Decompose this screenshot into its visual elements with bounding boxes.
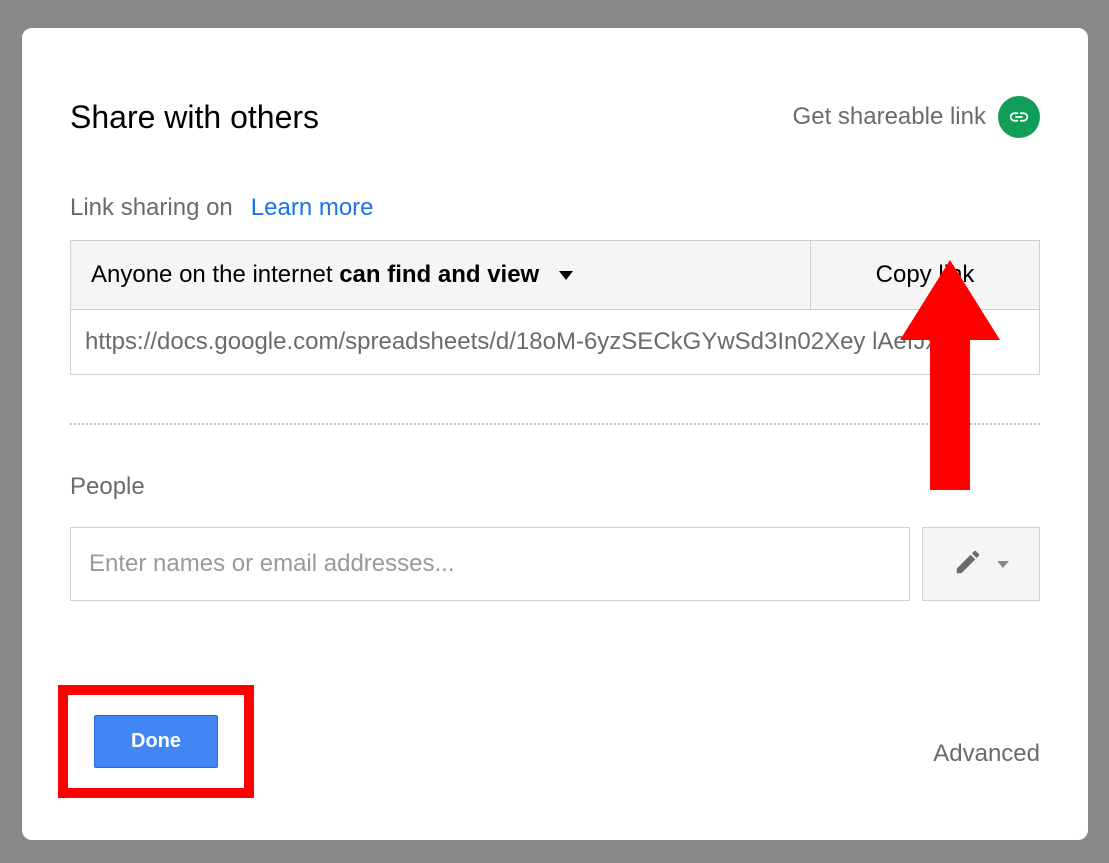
pencil-icon bbox=[953, 547, 983, 582]
get-shareable-link-label: Get shareable link bbox=[793, 103, 986, 131]
chevron-down-icon bbox=[559, 271, 573, 280]
get-shareable-link-button[interactable]: Get shareable link bbox=[793, 96, 1040, 138]
people-input-row bbox=[70, 527, 1040, 601]
done-button[interactable]: Done bbox=[94, 715, 218, 768]
chevron-down-icon bbox=[997, 561, 1009, 568]
copy-link-button[interactable]: Copy link bbox=[811, 241, 1039, 309]
learn-more-link[interactable]: Learn more bbox=[251, 194, 374, 222]
annotation-highlight-box: Done bbox=[58, 685, 254, 798]
copy-link-label: Copy link bbox=[876, 261, 975, 289]
link-sharing-status-row: Link sharing on Learn more bbox=[70, 194, 1040, 222]
share-url-field[interactable]: https://docs.google.com/spreadsheets/d/1… bbox=[70, 310, 1040, 375]
dialog-header: Share with others Get shareable link bbox=[70, 96, 1040, 138]
section-divider bbox=[70, 423, 1040, 425]
visibility-prefix: Anyone on the internet bbox=[91, 261, 339, 288]
visibility-dropdown[interactable]: Anyone on the internet can find and view bbox=[71, 241, 811, 309]
advanced-link[interactable]: Advanced bbox=[933, 740, 1040, 768]
link-sharing-status-label: Link sharing on bbox=[70, 194, 233, 222]
visibility-permission: can find and view bbox=[339, 261, 539, 288]
permission-dropdown[interactable] bbox=[922, 527, 1040, 601]
people-section-label: People bbox=[70, 473, 1040, 501]
dialog-title: Share with others bbox=[70, 99, 319, 136]
share-dialog: Share with others Get shareable link Lin… bbox=[22, 28, 1088, 840]
link-icon bbox=[998, 96, 1040, 138]
link-settings-box: Anyone on the internet can find and view… bbox=[70, 240, 1040, 310]
people-input[interactable] bbox=[70, 527, 910, 601]
